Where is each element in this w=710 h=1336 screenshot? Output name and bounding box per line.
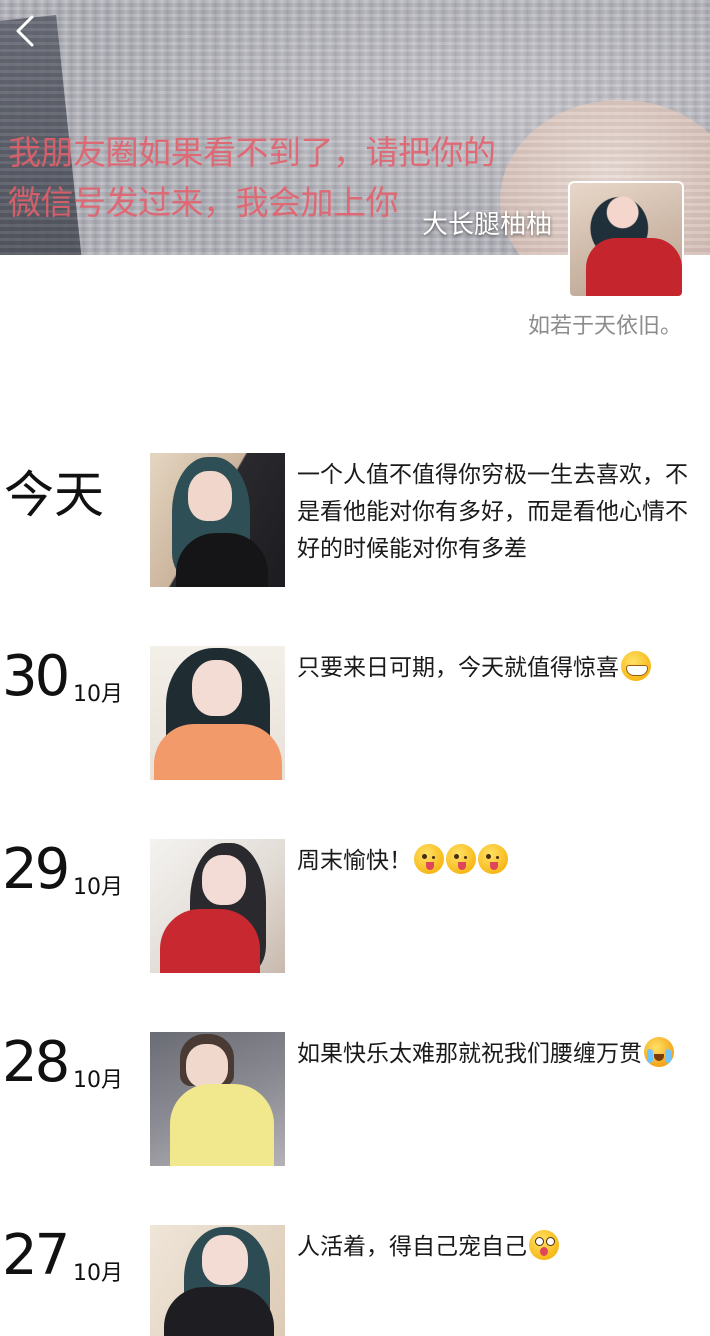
post-date-day: 29 <box>2 837 70 902</box>
surprised-tongue-icon <box>529 1230 559 1260</box>
timeline-post: 今天 一个人值不值得你穷极一生去喜欢，不是看他能对你有多好，而是看他心情不好的时… <box>0 453 710 593</box>
post-text-content: 周末愉快！ <box>297 848 412 874</box>
chevron-left-icon <box>16 15 34 47</box>
photo-face <box>192 660 242 716</box>
timeline-post: 28 10月 如果快乐太难那就祝我们腰缠万贯 <box>0 1030 710 1172</box>
post-text[interactable]: 一个人值不值得你穷极一生去喜欢，不是看他能对你有多好，而是看他心情不好的时候能对… <box>297 457 692 568</box>
post-text-content: 人活着，得自己宠自己 <box>297 1234 527 1260</box>
post-text[interactable]: 如果快乐太难那就祝我们腰缠万贯 <box>297 1036 692 1073</box>
post-date-day: 30 <box>2 644 70 709</box>
avatar[interactable] <box>568 181 684 298</box>
post-text-content: 如果快乐太难那就祝我们腰缠万贯 <box>297 1041 642 1067</box>
post-photo[interactable] <box>150 839 285 973</box>
timeline-post: 30 10月 只要来日可期，今天就值得惊喜 <box>0 644 710 786</box>
post-date-month: 10月 <box>73 875 123 900</box>
profile-nickname: 大长腿柚柚 <box>421 210 552 240</box>
post-photo[interactable] <box>150 1032 285 1166</box>
post-photo[interactable] <box>150 1225 285 1336</box>
post-date-month: 10月 <box>73 682 123 707</box>
photo-face <box>202 855 246 905</box>
post-text-content: 只要来日可期，今天就值得惊喜 <box>297 655 619 681</box>
post-text[interactable]: 周末愉快！ <box>297 843 692 880</box>
photo-clothes <box>176 533 268 587</box>
grin-icon <box>621 651 651 681</box>
post-photo[interactable] <box>150 646 285 780</box>
profile-signature: 如若于天依旧。 <box>527 314 682 339</box>
timeline-post: 27 10月 人活着，得自己宠自己 <box>0 1223 710 1336</box>
wink-tongue-icon <box>446 844 476 874</box>
photo-clothes <box>164 1287 274 1336</box>
post-date-day: 27 <box>2 1223 70 1288</box>
back-button[interactable] <box>12 14 40 48</box>
post-date-month: 10月 <box>73 1261 123 1286</box>
moments-album-page: 我朋友圈如果看不到了，请把你的 微信号发过来，我会加上你 大长腿柚柚 如若于天依… <box>0 0 710 1336</box>
wink-tongue-icon <box>478 844 508 874</box>
photo-clothes <box>170 1084 274 1166</box>
post-date-day: 28 <box>2 1030 70 1095</box>
photo-clothes <box>154 724 282 780</box>
wink-tongue-icon <box>414 844 444 874</box>
photo-clothes <box>160 909 260 973</box>
post-date-month: 10月 <box>73 1068 123 1093</box>
cover-caption-line1: 我朋友圈如果看不到了，请把你的 <box>8 133 496 172</box>
post-date-today: 今天 <box>4 466 104 524</box>
post-text[interactable]: 人活着，得自己宠自己 <box>297 1229 692 1266</box>
photo-face <box>186 1044 228 1088</box>
photo-face <box>188 471 232 521</box>
post-photo[interactable] <box>150 453 285 587</box>
timeline-post: 29 10月 周末愉快！ <box>0 837 710 979</box>
avatar-figure <box>586 238 682 296</box>
crying-laughing-icon <box>644 1037 674 1067</box>
photo-face <box>202 1235 248 1285</box>
post-text[interactable]: 只要来日可期，今天就值得惊喜 <box>297 650 692 687</box>
